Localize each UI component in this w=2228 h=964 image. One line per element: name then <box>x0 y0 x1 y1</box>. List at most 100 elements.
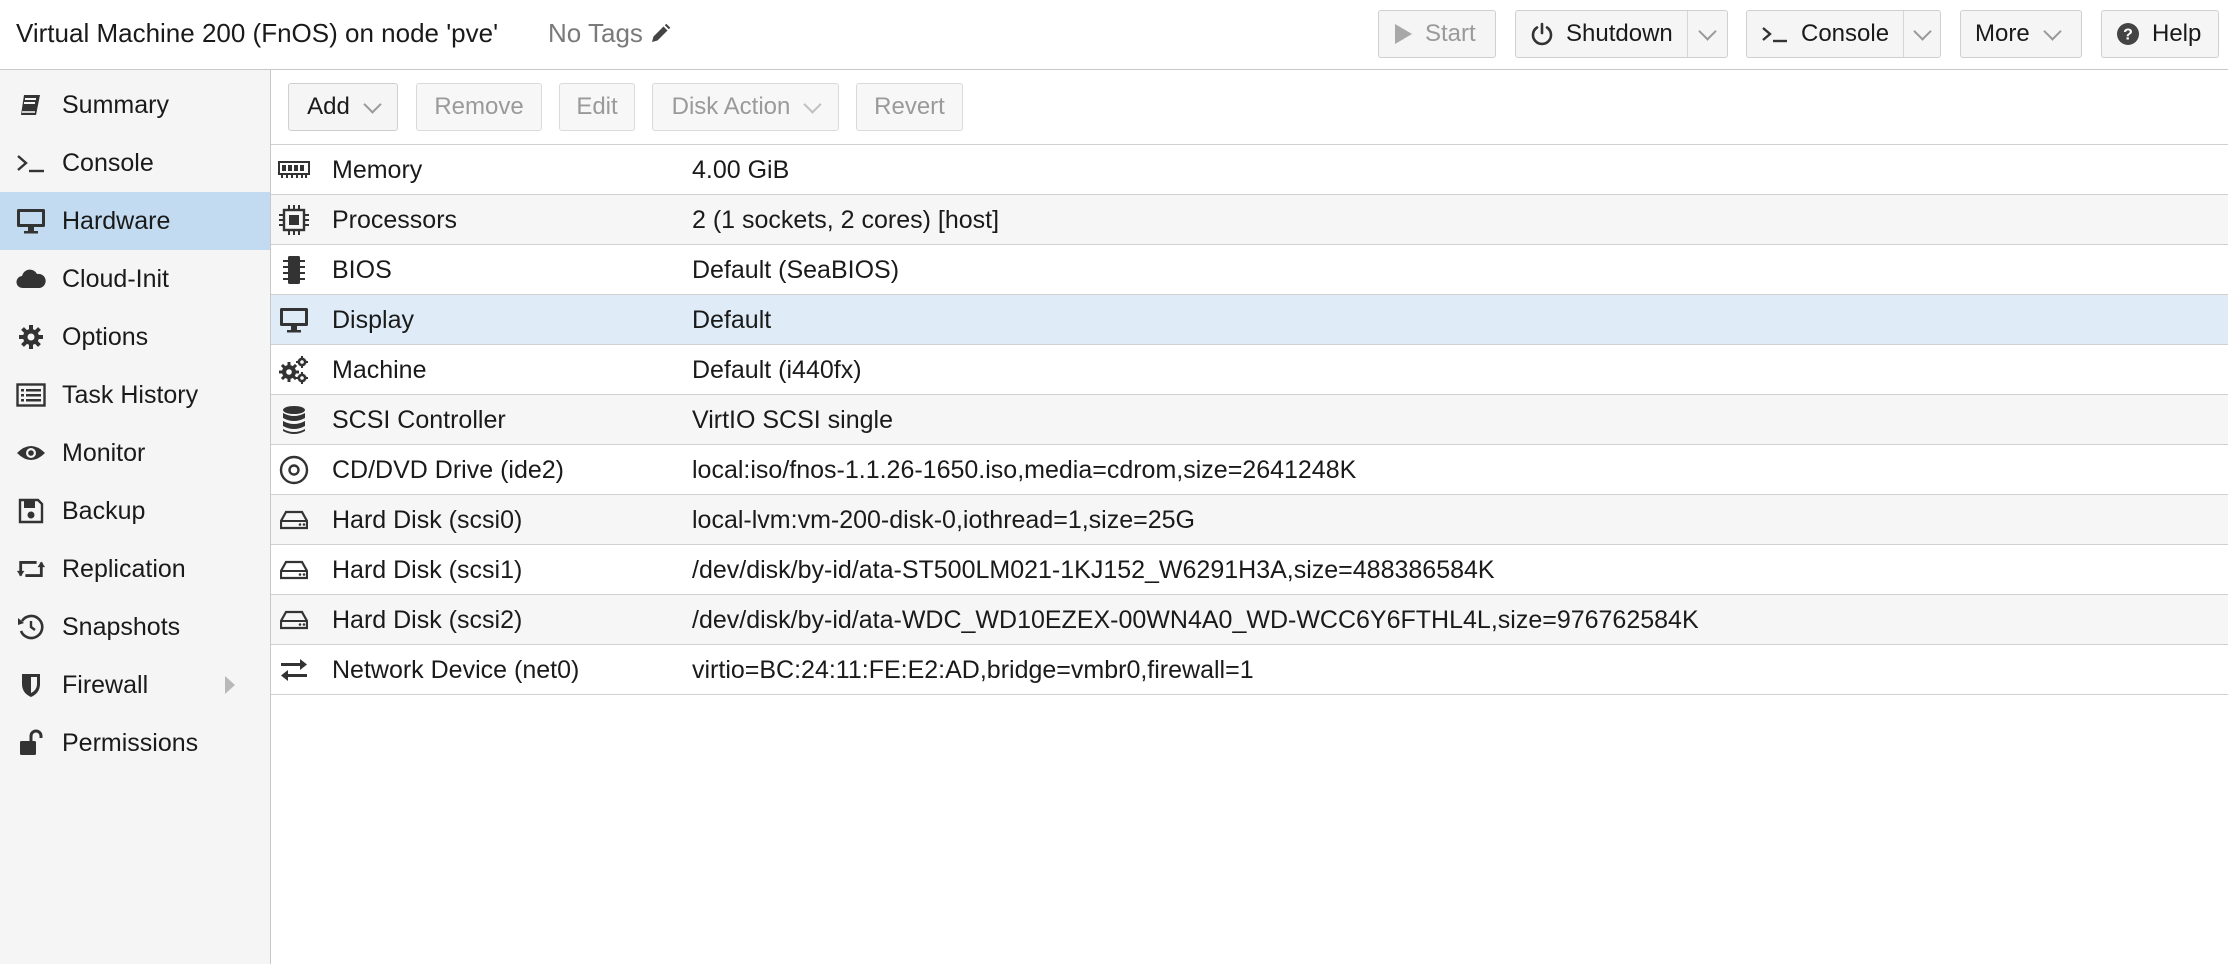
row-value: local:iso/fnos-1.1.26-1650.iso,media=cdr… <box>692 456 1357 484</box>
sidebar-item-label: Firewall <box>62 670 149 699</box>
sidebar-item-backup[interactable]: Backup <box>0 482 270 540</box>
hdd-icon <box>277 603 311 637</box>
table-row[interactable]: Processors 2 (1 sockets, 2 cores) [host] <box>271 194 2228 244</box>
sidebar-item-label: Monitor <box>62 438 146 467</box>
tags-editor[interactable]: No Tags <box>548 18 671 49</box>
row-value: Default (i440fx) <box>692 356 862 384</box>
sidebar-item-summary[interactable]: Summary <box>0 76 270 134</box>
chevron-down-icon <box>2042 21 2062 41</box>
table-row[interactable]: Hard Disk (scsi1) /dev/disk/by-id/ata-ST… <box>271 544 2228 594</box>
row-name: Hard Disk (scsi0) <box>332 506 523 534</box>
row-value: virtio=BC:24:11:FE:E2:AD,bridge=vmbr0,fi… <box>692 656 1254 684</box>
table-row[interactable]: Machine Default (i440fx) <box>271 344 2228 394</box>
more-button[interactable]: More <box>1960 10 2082 58</box>
start-button[interactable]: Start <box>1378 10 1496 58</box>
row-name: Hard Disk (scsi1) <box>332 556 523 584</box>
table-row[interactable]: CD/DVD Drive (ide2) local:iso/fnos-1.1.2… <box>271 444 2228 494</box>
sidebar-item-firewall[interactable]: Firewall <box>0 656 270 714</box>
row-value: /dev/disk/by-id/ata-WDC_WD10EZEX-00WN4A0… <box>692 606 1699 634</box>
svg-text:?: ? <box>2123 27 2133 44</box>
sidebar-item-permissions[interactable]: Permissions <box>0 714 270 772</box>
top-header: Virtual Machine 200 (FnOS) on node 'pve'… <box>0 0 2228 70</box>
sidebar-item-label: Summary <box>62 90 169 119</box>
remove-button[interactable]: Remove <box>416 83 542 131</box>
sidebar-item-task-history[interactable]: Task History <box>0 366 270 424</box>
chevron-down-icon <box>1698 21 1717 41</box>
console-label: Console <box>1801 20 1890 47</box>
sidebar-item-snapshots[interactable]: Snapshots <box>0 598 270 656</box>
sidebar: Summary Console Hardware Cloud-Init Opti… <box>0 70 271 964</box>
shutdown-button[interactable]: Shutdown <box>1515 10 1728 58</box>
sidebar-item-hardware[interactable]: Hardware <box>0 192 270 250</box>
revert-button[interactable]: Revert <box>856 83 963 131</box>
hardware-grid: Memory 4.00 GiB Processors 2 (1 sockets,… <box>271 144 2228 695</box>
row-name: CD/DVD Drive (ide2) <box>332 456 564 484</box>
disk-action-button[interactable]: Disk Action <box>652 83 839 131</box>
help-button[interactable]: ? Help <box>2101 10 2219 58</box>
cloud-icon <box>16 264 46 294</box>
floppy-icon <box>16 496 46 526</box>
microchip-icon <box>277 253 311 287</box>
book-icon <box>16 90 46 120</box>
sidebar-item-label: Replication <box>62 554 186 583</box>
cpu-icon <box>277 203 311 237</box>
add-button[interactable]: Add <box>288 83 398 131</box>
sidebar-item-label: Hardware <box>62 206 171 235</box>
row-name: Display <box>332 306 414 334</box>
memory-icon <box>277 153 311 187</box>
sidebar-item-monitor[interactable]: Monitor <box>0 424 270 482</box>
console-menu-toggle[interactable] <box>1903 11 1940 57</box>
pencil-icon[interactable] <box>649 23 671 45</box>
sidebar-item-label: Snapshots <box>62 612 181 641</box>
shutdown-label: Shutdown <box>1566 20 1673 47</box>
table-row[interactable]: Network Device (net0) virtio=BC:24:11:FE… <box>271 644 2228 695</box>
sidebar-item-console[interactable]: Console <box>0 134 270 192</box>
edit-label: Edit <box>576 93 618 120</box>
sidebar-item-label: Options <box>62 322 149 351</box>
unlock-icon <box>16 728 46 758</box>
sidebar-item-replication[interactable]: Replication <box>0 540 270 598</box>
console-button[interactable]: Console <box>1746 10 1941 58</box>
sidebar-item-cloud-init[interactable]: Cloud-Init <box>0 250 270 308</box>
table-row[interactable]: Hard Disk (scsi2) /dev/disk/by-id/ata-WD… <box>271 594 2228 644</box>
row-name: Hard Disk (scsi2) <box>332 606 523 634</box>
row-name: Processors <box>332 206 458 234</box>
chevron-down-icon <box>803 94 823 114</box>
row-value: /dev/disk/by-id/ata-ST500LM021-1KJ152_W6… <box>692 556 1495 584</box>
page-title: Virtual Machine 200 (FnOS) on node 'pve' <box>16 18 499 48</box>
hardware-toolbar: Add Remove Edit Disk Action Revert <box>271 70 2228 144</box>
database-icon <box>277 403 311 437</box>
sidebar-item-label: Console <box>62 148 154 177</box>
remove-label: Remove <box>434 93 524 120</box>
table-row[interactable]: SCSI Controller VirtIO SCSI single <box>271 394 2228 444</box>
eye-icon <box>16 438 46 468</box>
history-icon <box>16 612 46 642</box>
edit-button[interactable]: Edit <box>559 83 635 131</box>
sidebar-item-label: Permissions <box>62 728 199 757</box>
table-row[interactable]: Hard Disk (scsi0) local-lvm:vm-200-disk-… <box>271 494 2228 544</box>
retweet-icon <box>16 554 46 584</box>
row-value: 2 (1 sockets, 2 cores) [host] <box>692 206 1000 234</box>
terminal-icon <box>1761 24 1789 44</box>
cogs-icon <box>277 353 311 387</box>
table-row[interactable]: Display Default <box>271 294 2228 344</box>
expand-arrow-icon[interactable] <box>225 676 235 694</box>
sidebar-item-options[interactable]: Options <box>0 308 270 366</box>
question-circle-icon: ? <box>2116 22 2140 46</box>
terminal-icon <box>16 148 46 178</box>
chevron-down-icon <box>363 94 382 114</box>
row-name: Memory <box>332 156 423 184</box>
table-row[interactable]: Memory 4.00 GiB <box>271 144 2228 194</box>
row-name: SCSI Controller <box>332 406 506 434</box>
gear-icon <box>16 322 46 352</box>
desktop-icon <box>277 303 311 337</box>
play-icon <box>1393 23 1413 45</box>
more-label: More <box>1975 20 2030 47</box>
shutdown-menu-toggle[interactable] <box>1686 11 1727 57</box>
row-value: local-lvm:vm-200-disk-0,iothread=1,size=… <box>692 506 1195 534</box>
shield-icon <box>16 670 46 700</box>
list-icon <box>16 380 46 410</box>
table-row[interactable]: BIOS Default (SeaBIOS) <box>271 244 2228 294</box>
desktop-icon <box>16 206 46 236</box>
power-icon <box>1530 22 1554 46</box>
